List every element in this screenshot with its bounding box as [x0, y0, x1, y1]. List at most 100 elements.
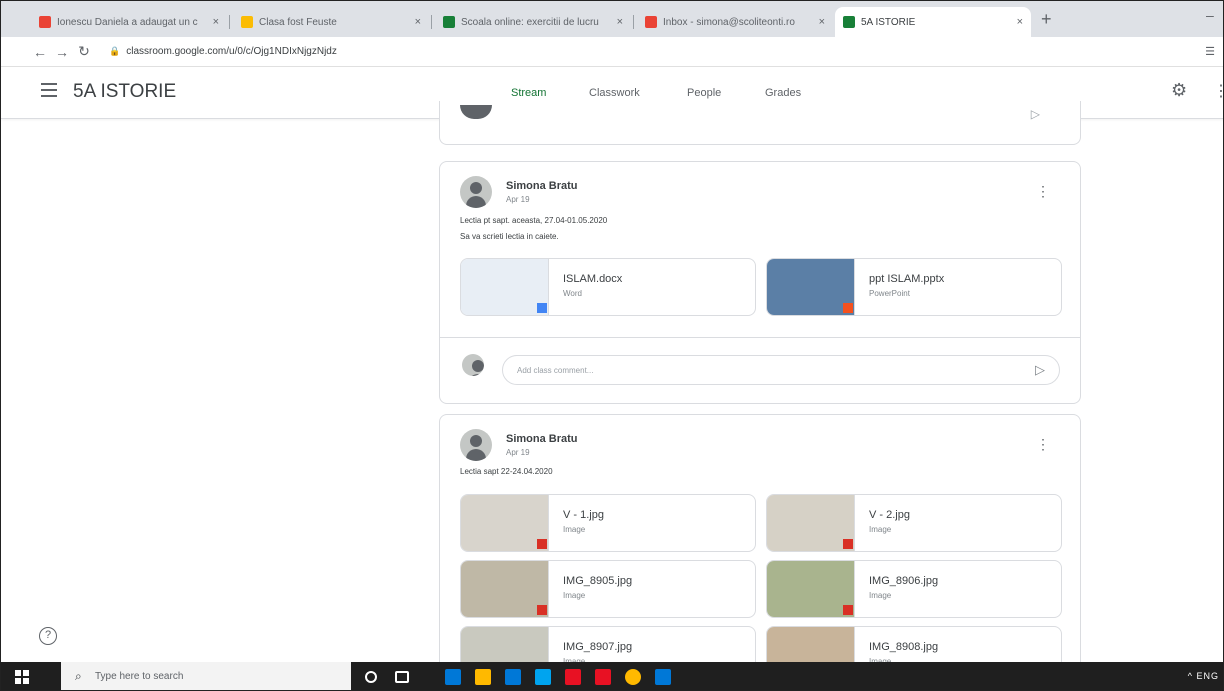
- post-author: Simona Bratu: [506, 433, 578, 445]
- send-icon[interactable]: ▷: [1031, 107, 1040, 121]
- attachment-card[interactable]: V - 2.jpg Image: [766, 494, 1062, 552]
- tab-label: Scoala online: exercitii de lucru: [461, 16, 599, 28]
- attachment-card[interactable]: V - 1.jpg Image: [460, 494, 756, 552]
- screen: Ionescu Daniela a adaugat un c × Clasa f…: [0, 0, 1224, 691]
- skype-icon[interactable]: [535, 669, 551, 685]
- image-badge-icon: [537, 539, 547, 549]
- search-placeholder: Type here to search: [95, 671, 184, 682]
- windows-start-icon[interactable]: [15, 670, 29, 684]
- minimize-button[interactable]: –: [1206, 7, 1214, 23]
- classroom-icon: [443, 16, 455, 28]
- close-icon[interactable]: ×: [213, 16, 219, 28]
- apps-grid-icon[interactable]: ⋮: [1213, 81, 1223, 101]
- classroom-icon: [241, 16, 253, 28]
- attachment-card[interactable]: IMG_8905.jpg Image: [460, 560, 756, 618]
- attachment-type: Image: [869, 525, 892, 534]
- attachment-title: ISLAM.docx: [563, 273, 623, 285]
- attachment-title: IMG_8907.jpg: [563, 641, 633, 653]
- back-icon[interactable]: ←: [29, 44, 51, 60]
- image-badge-icon: [843, 605, 853, 615]
- word-icon[interactable]: [655, 669, 671, 685]
- image-badge-icon: [537, 605, 547, 615]
- system-tray[interactable]: ^ ENG: [1188, 671, 1219, 681]
- gmail-icon: [39, 16, 51, 28]
- settings-gear-icon[interactable]: ⚙: [1171, 80, 1187, 101]
- attachment-thumbnail: [461, 495, 549, 551]
- taskbar-search-box[interactable]: ⌕ Type here to search: [61, 662, 351, 690]
- send-icon[interactable]: ▷: [1035, 362, 1045, 378]
- comment-placeholder: Add class comment...: [517, 366, 594, 375]
- lock-icon[interactable]: 🔒: [109, 46, 120, 57]
- attachment-thumbnail: [767, 259, 855, 315]
- image-badge-icon: [843, 539, 853, 549]
- tab-label: Clasa fost Feuste: [259, 16, 337, 28]
- browser-tab[interactable]: Clasa fost Feuste ×: [233, 7, 429, 37]
- attachment-title: IMG_8906.jpg: [869, 575, 939, 587]
- tab-people[interactable]: People: [687, 87, 721, 99]
- attachment-type: Word: [563, 289, 582, 298]
- close-icon[interactable]: ×: [1017, 16, 1023, 28]
- more-options-icon[interactable]: ⋮: [1036, 437, 1050, 451]
- main-menu-icon[interactable]: [41, 83, 57, 97]
- attachment-type: PowerPoint: [869, 289, 910, 298]
- search-icon: ⌕: [75, 669, 82, 683]
- chrome-icon[interactable]: [625, 669, 641, 685]
- avatar: [460, 429, 492, 461]
- tab-label: Inbox - simona@scoliteonti.ro: [663, 16, 795, 28]
- help-icon[interactable]: ?: [39, 627, 57, 645]
- attachment-thumbnail: [461, 561, 549, 617]
- attachment-type: Image: [869, 591, 892, 600]
- windows-taskbar: ⌕ Type here to search ^ ENG: [1, 662, 1223, 690]
- class-comment-input[interactable]: Add class comment... ▷: [502, 355, 1060, 385]
- stream-post: Simona Bratu Apr 19 ⋮ Lectia sapt 22-24.…: [439, 414, 1081, 684]
- divider: [440, 337, 1080, 338]
- browser-tab-strip: Ionescu Daniela a adaugat un c × Clasa f…: [1, 1, 1223, 37]
- post-body-line: Lectia pt sapt. aceasta, 27.04-01.05.202…: [460, 216, 608, 225]
- attachment-title: IMG_8905.jpg: [563, 575, 633, 587]
- file-explorer-icon[interactable]: [475, 669, 491, 685]
- attachment-card[interactable]: IMG_8906.jpg Image: [766, 560, 1062, 618]
- tab-separator: [431, 15, 432, 29]
- avatar: [460, 176, 492, 208]
- attachment-card[interactable]: ISLAM.docx Word: [460, 258, 756, 316]
- store-icon[interactable]: [505, 669, 521, 685]
- attachment-type: Image: [563, 525, 586, 534]
- browser-tab-active[interactable]: 5A ISTORIE ×: [835, 7, 1031, 37]
- post-author: Simona Bratu: [506, 180, 578, 192]
- attachment-thumbnail: [461, 259, 549, 315]
- attachment-card[interactable]: ppt ISLAM.pptx PowerPoint: [766, 258, 1062, 316]
- attachment-title: ppt ISLAM.pptx: [869, 273, 945, 285]
- browser-tab[interactable]: Ionescu Daniela a adaugat un c ×: [31, 7, 227, 37]
- cortana-icon[interactable]: [365, 671, 377, 683]
- reload-icon[interactable]: ↻: [73, 43, 95, 60]
- edge-icon[interactable]: [445, 669, 461, 685]
- tab-separator: [633, 15, 634, 29]
- more-options-icon[interactable]: ⋮: [1036, 184, 1050, 198]
- avatar: [462, 354, 484, 376]
- attachment-title: V - 2.jpg: [869, 509, 910, 521]
- tab-grades[interactable]: Grades: [765, 87, 801, 99]
- task-view-icon[interactable]: [395, 671, 409, 683]
- address-bar[interactable]: classroom.google.com/u/0/c/Ojg1NDIxNjgzN…: [126, 46, 337, 57]
- avatar: [460, 105, 492, 119]
- close-icon[interactable]: ×: [819, 16, 825, 28]
- mail-icon[interactable]: [595, 669, 611, 685]
- office-icon[interactable]: [565, 669, 581, 685]
- attachment-thumbnail: [767, 495, 855, 551]
- browser-tab[interactable]: Inbox - simona@scoliteonti.ro ×: [637, 7, 833, 37]
- close-icon[interactable]: ×: [415, 16, 421, 28]
- forward-icon[interactable]: →: [51, 44, 73, 60]
- browser-tab[interactable]: Scoala online: exercitii de lucru ×: [435, 7, 631, 37]
- class-title[interactable]: 5A ISTORIE: [73, 81, 176, 103]
- extension-icon[interactable]: ☰: [1205, 45, 1215, 58]
- post-body-line: Lectia sapt 22-24.04.2020: [460, 467, 553, 476]
- attachment-title: IMG_8908.jpg: [869, 641, 939, 653]
- tab-classwork[interactable]: Classwork: [589, 87, 640, 99]
- classroom-icon: [843, 16, 855, 28]
- new-tab-button[interactable]: +: [1041, 9, 1052, 30]
- tab-stream[interactable]: Stream: [511, 87, 546, 99]
- previous-post-card: ▷: [439, 101, 1081, 145]
- attachment-thumbnail: [767, 561, 855, 617]
- tab-separator: [229, 15, 230, 29]
- close-icon[interactable]: ×: [617, 16, 623, 28]
